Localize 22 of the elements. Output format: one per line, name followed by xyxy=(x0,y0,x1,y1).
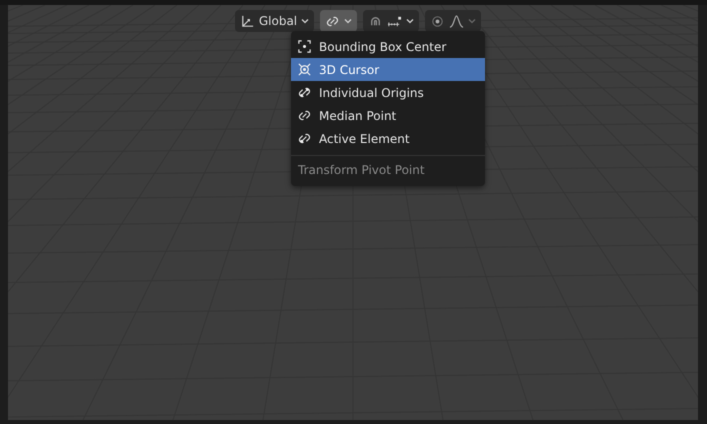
link-icon xyxy=(297,85,312,100)
chevron-icon xyxy=(468,18,476,24)
orientation-dropdown[interactable]: Global xyxy=(234,10,314,32)
chevron-icon xyxy=(301,18,310,24)
axes-icon xyxy=(240,14,255,28)
pivot-point-dropdown[interactable] xyxy=(320,10,358,32)
chevron-icon xyxy=(344,18,352,24)
crosshair-icon xyxy=(297,62,312,77)
menu-item[interactable]: Individual Origins xyxy=(291,81,485,104)
snap-toggle[interactable] xyxy=(363,10,420,32)
falloff-curve-icon xyxy=(449,14,464,28)
menu-title: Transform Pivot Point xyxy=(297,162,426,179)
bounding-box-icon xyxy=(297,39,312,54)
menu-item[interactable]: 3D Cursor xyxy=(291,58,485,81)
link-icon xyxy=(297,108,312,123)
menu-item[interactable]: Median Point xyxy=(291,104,485,127)
chevron-icon xyxy=(406,18,414,24)
menu-item[interactable]: Active Element xyxy=(291,127,485,150)
menu-item[interactable]: Bounding Box Center xyxy=(291,35,485,58)
link-icon xyxy=(297,131,312,146)
target-icon xyxy=(430,14,446,28)
proportional-editing-toggle[interactable] xyxy=(425,10,482,32)
